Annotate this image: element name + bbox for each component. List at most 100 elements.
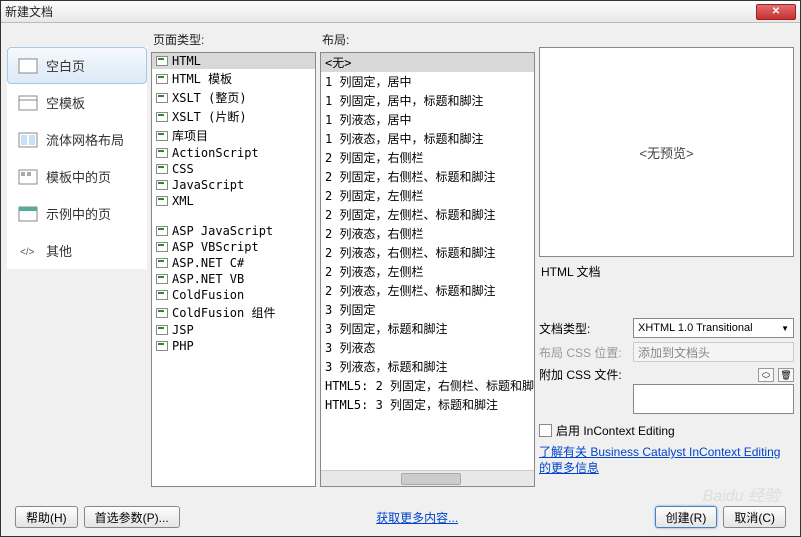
layout-header: 布局: <box>320 29 535 52</box>
layout-label: 2 列液态，左侧栏 <box>325 263 423 280</box>
create-button[interactable]: 创建(R) <box>655 506 718 528</box>
cancel-button[interactable]: 取消(C) <box>723 506 786 528</box>
layout-item[interactable]: 2 列固定，左侧栏 <box>321 186 534 205</box>
pagetype-label: XML <box>172 194 194 208</box>
pagetype-item[interactable]: 库项目 <box>152 126 315 145</box>
layout-label: 2 列液态，右侧栏、标题和脚注 <box>325 244 495 261</box>
link-css-icon[interactable]: ⬭ <box>758 368 774 382</box>
pagetype-item[interactable]: JavaScript <box>152 177 315 193</box>
file-icon <box>156 341 168 351</box>
layout-label: 3 列固定 <box>325 301 375 318</box>
get-more-link[interactable]: 获取更多内容... <box>376 511 458 525</box>
pagetype-item[interactable]: PHP <box>152 338 315 354</box>
pagetype-label: ASP.NET VB <box>172 272 244 286</box>
pagetype-label: HTML <box>172 54 201 68</box>
category-label: 流体网格布局 <box>46 130 124 149</box>
category-item[interactable]: 模板中的页 <box>7 158 147 195</box>
layout-item[interactable]: 2 列液态，右侧栏 <box>321 224 534 243</box>
doctype-row: 文档类型: XHTML 1.0 Transitional ▼ <box>539 316 794 340</box>
layout-item[interactable]: 1 列固定，居中，标题和脚注 <box>321 91 534 110</box>
pagetype-listbox[interactable]: HTMLHTML 模板XSLT (整页) XSLT (片断)库项目ActionSc… <box>151 52 316 487</box>
attachcss-listbox[interactable] <box>633 384 794 414</box>
layout-item[interactable]: 2 列固定，左侧栏、标题和脚注 <box>321 205 534 224</box>
layout-label: 2 列固定，右侧栏、标题和脚注 <box>325 168 495 185</box>
category-item[interactable]: </>其他 <box>7 232 147 269</box>
attachcss-label: 附加 CSS 文件: <box>539 366 629 383</box>
pagetype-item[interactable]: ASP.NET VB <box>152 271 315 287</box>
incontext-label: 启用 InContext Editing <box>556 422 675 439</box>
pagetype-label: XSLT (片断) <box>172 108 247 125</box>
pagetype-item[interactable]: ASP.NET C# <box>152 255 315 271</box>
pagetype-item[interactable]: XSLT (整页) <box>152 88 315 107</box>
file-icon <box>156 290 168 300</box>
close-button[interactable]: ✕ <box>756 4 796 20</box>
category-label: 空模板 <box>46 93 85 112</box>
pagetype-item[interactable]: XML <box>152 193 315 209</box>
pagetype-item[interactable]: ColdFusion 组件 <box>152 303 315 322</box>
layout-item[interactable]: 1 列液态，居中 <box>321 110 534 129</box>
layout-item[interactable]: <无> <box>321 53 534 72</box>
category-icon <box>18 58 38 74</box>
category-icon <box>18 95 38 111</box>
category-column: 空白页空模板流体网格布局模板中的页示例中的页</>其他 <box>7 29 147 487</box>
pagetype-item[interactable]: XSLT (片断) <box>152 107 315 126</box>
file-icon <box>156 226 168 236</box>
layout-label: HTML5: 2 列固定，右侧栏、标题和脚注 <box>325 377 534 394</box>
file-icon <box>156 325 168 335</box>
file-icon <box>156 56 168 66</box>
pagetype-header: 页面类型: <box>151 29 316 52</box>
pagetype-item[interactable]: ActionScript <box>152 145 315 161</box>
chevron-down-icon: ▼ <box>781 324 789 333</box>
category-item[interactable]: 示例中的页 <box>7 195 147 232</box>
layout-item[interactable]: 2 列固定，右侧栏 <box>321 148 534 167</box>
preview-placeholder: <无预览> <box>639 143 693 162</box>
layout-item[interactable]: 2 列固定，右侧栏、标题和脚注 <box>321 167 534 186</box>
file-icon <box>156 242 168 252</box>
prefs-button[interactable]: 首选参数(P)... <box>84 506 180 528</box>
doctype-select[interactable]: XHTML 1.0 Transitional ▼ <box>633 318 794 338</box>
pagetype-label: PHP <box>172 339 194 353</box>
help-button[interactable]: 帮助(H) <box>15 506 78 528</box>
file-icon <box>156 308 168 318</box>
layout-scrollbar-h[interactable] <box>321 470 534 486</box>
layout-label: 3 列液态 <box>325 339 375 356</box>
file-icon <box>156 274 168 284</box>
pagetype-item[interactable]: JSP <box>152 322 315 338</box>
layout-item[interactable]: 2 列液态，左侧栏、标题和脚注 <box>321 281 534 300</box>
layout-item[interactable]: 3 列固定 <box>321 300 534 319</box>
layout-item[interactable]: 1 列固定，居中 <box>321 72 534 91</box>
layout-item[interactable]: 3 列液态，标题和脚注 <box>321 357 534 376</box>
pagetype-item[interactable]: HTML 模板 <box>152 69 315 88</box>
category-item[interactable]: 流体网格布局 <box>7 121 147 158</box>
layout-item[interactable]: 2 列液态，右侧栏、标题和脚注 <box>321 243 534 262</box>
layout-item[interactable]: 2 列液态，左侧栏 <box>321 262 534 281</box>
file-icon <box>156 74 168 84</box>
incontext-learn-link[interactable]: 了解有关 Business Catalyst InContext Editing… <box>539 441 794 476</box>
pagetype-item[interactable]: ASP VBScript <box>152 239 315 255</box>
layout-item[interactable]: 1 列液态，居中，标题和脚注 <box>321 129 534 148</box>
category-item[interactable]: 空白页 <box>7 47 147 84</box>
incontext-checkbox[interactable] <box>539 424 552 437</box>
pagetype-label: XSLT (整页) <box>172 89 247 106</box>
pagetype-item[interactable]: HTML <box>152 53 315 69</box>
layout-item[interactable]: 3 列固定，标题和脚注 <box>321 319 534 338</box>
pagetype-item[interactable]: CSS <box>152 161 315 177</box>
pagetype-label: ColdFusion <box>172 288 244 302</box>
layout-label: 1 列液态，居中，标题和脚注 <box>325 130 483 147</box>
pagetype-item[interactable]: ColdFusion <box>152 287 315 303</box>
right-panel: <无预览> HTML 文档 文档类型: XHTML 1.0 Transition… <box>539 29 794 487</box>
layout-listbox[interactable]: <无>1 列固定，居中1 列固定，居中，标题和脚注1 列液态，居中1 列液态，居… <box>320 52 535 487</box>
layout-item[interactable]: 3 列液态 <box>321 338 534 357</box>
remove-css-icon[interactable]: 🗑 <box>778 368 794 382</box>
file-icon <box>156 164 168 174</box>
category-icon <box>18 206 38 222</box>
category-icon <box>18 169 38 185</box>
file-icon <box>156 258 168 268</box>
pagetype-item[interactable]: ASP JavaScript <box>152 223 315 239</box>
layout-label: 2 列固定，右侧栏 <box>325 149 423 166</box>
layout-item[interactable]: HTML5: 2 列固定，右侧栏、标题和脚注 <box>321 376 534 395</box>
category-item[interactable]: 空模板 <box>7 84 147 121</box>
layout-label: 1 列固定，居中 <box>325 73 411 90</box>
pagetype-label: ColdFusion 组件 <box>172 304 275 321</box>
layout-item[interactable]: HTML5: 3 列固定，标题和脚注 <box>321 395 534 414</box>
